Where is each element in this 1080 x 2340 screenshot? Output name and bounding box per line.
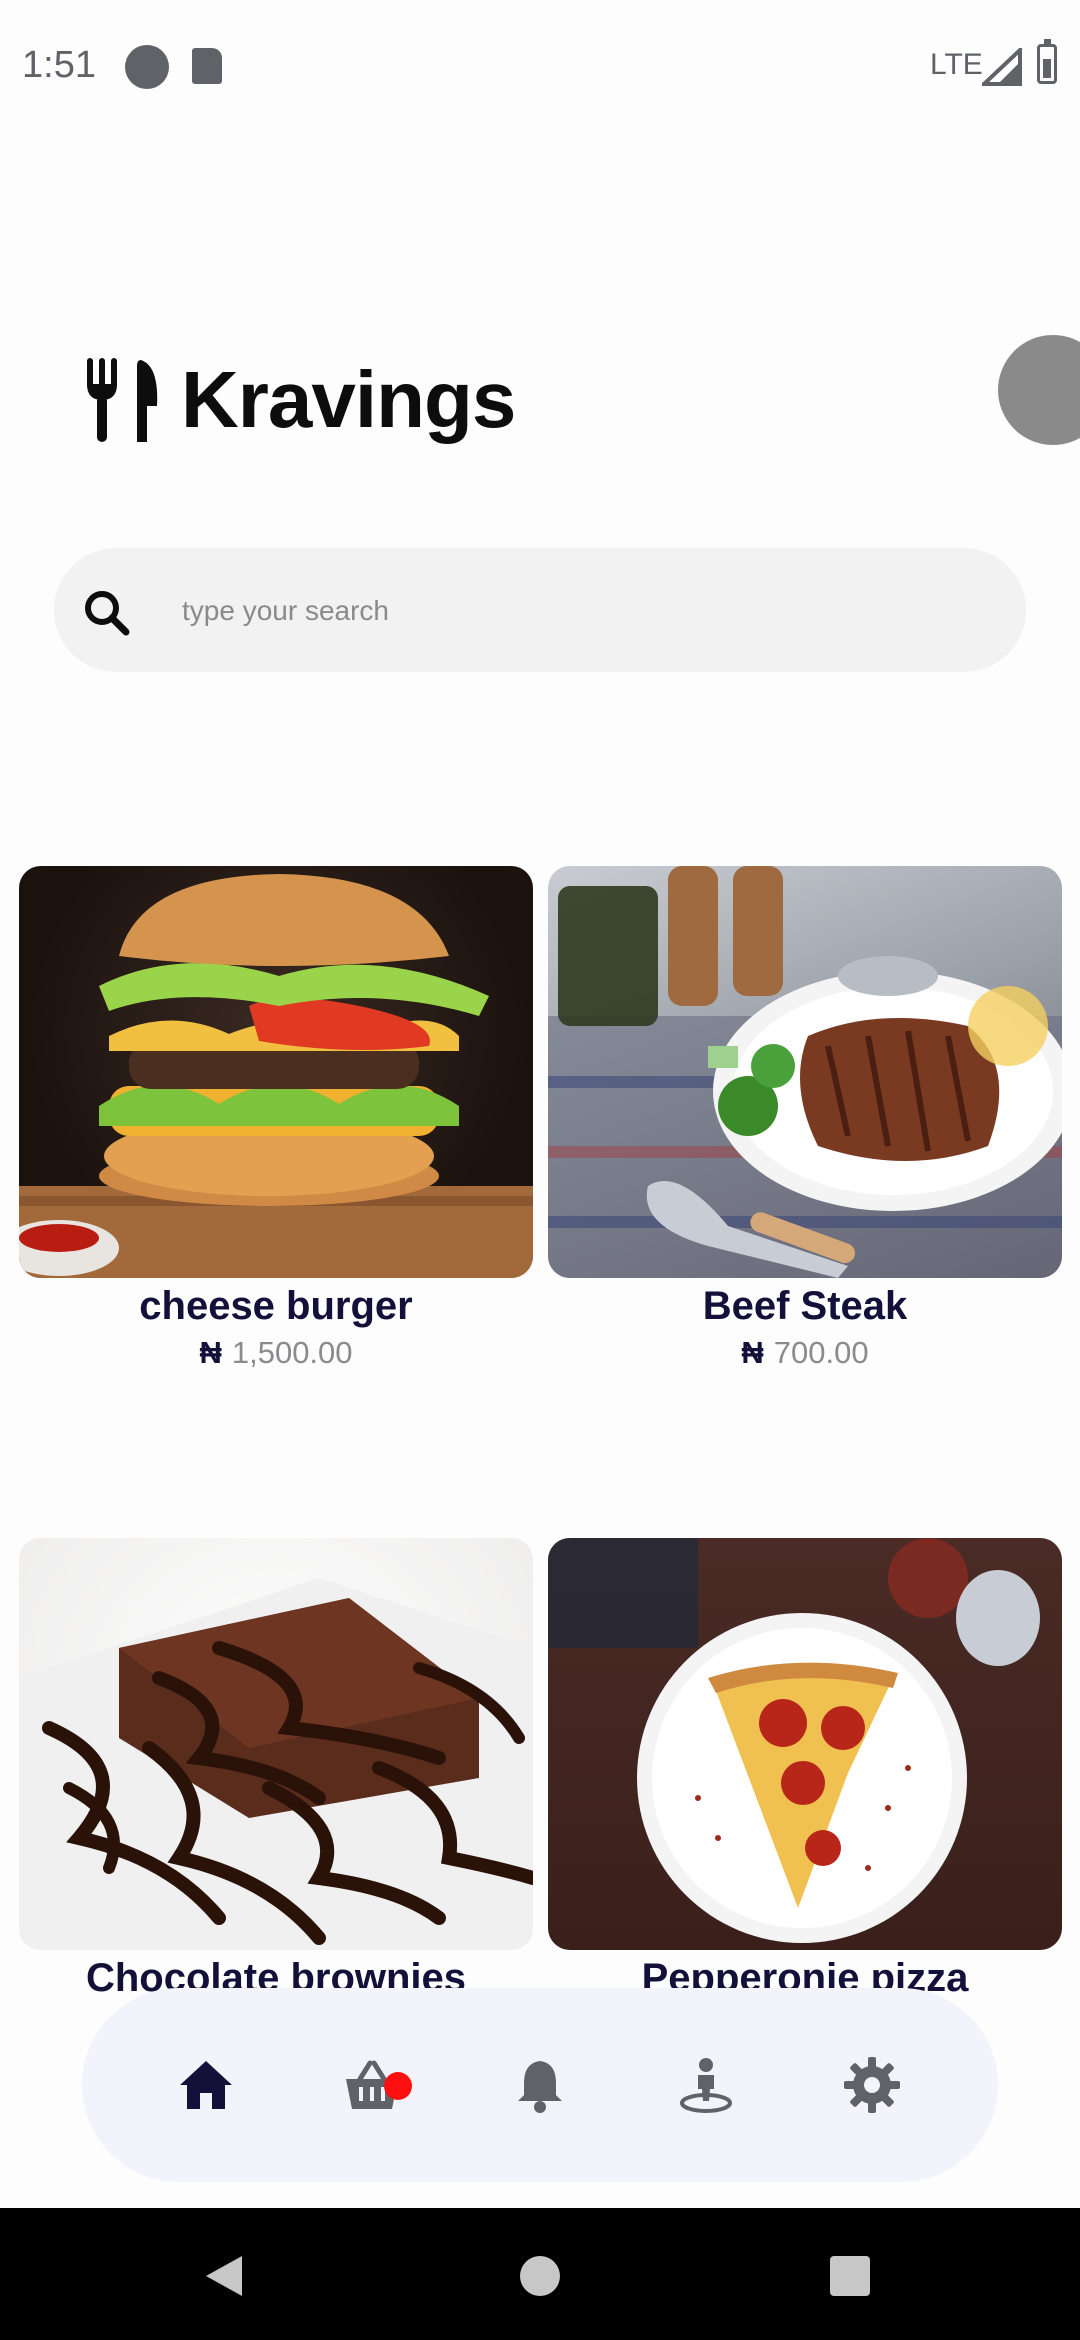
sd-card-icon xyxy=(192,48,222,84)
nav-cart[interactable] xyxy=(322,1988,422,2182)
nav-notifications[interactable] xyxy=(490,1988,590,2182)
beef-steak-photo[interactable] xyxy=(548,866,1062,1278)
bottom-navigation xyxy=(82,1988,998,2182)
product-price: ₦ 700.00 xyxy=(548,1335,1062,1371)
bell-icon xyxy=(518,2061,562,2113)
app-title: Kravings xyxy=(181,355,516,444)
search-bar[interactable] xyxy=(54,548,1026,672)
utensils-icon xyxy=(87,358,158,442)
cheese-burger-photo[interactable] xyxy=(19,866,533,1278)
map-pin-person-icon xyxy=(680,2058,732,2113)
price-value: 700.00 xyxy=(773,1335,869,1370)
product-card[interactable]: Pepperonie pizza xyxy=(548,1538,1062,2001)
system-navigation-bar xyxy=(0,2208,1080,2340)
product-card[interactable]: Beef Steak ₦ 700.00 xyxy=(548,866,1062,1371)
search-input[interactable] xyxy=(180,578,984,644)
status-time: 1:51 xyxy=(22,44,96,86)
home-button-icon[interactable] xyxy=(520,2256,560,2296)
signal-icon xyxy=(982,48,1022,86)
status-bar: 1:51 LTE xyxy=(0,0,1080,135)
gear-icon xyxy=(844,2057,900,2113)
battery-icon xyxy=(1037,39,1057,84)
chocolate-brownies-photo[interactable] xyxy=(19,1538,533,1950)
product-name: Beef Steak xyxy=(702,1284,908,1328)
home-icon xyxy=(180,2061,232,2109)
nav-home[interactable] xyxy=(156,1988,256,2182)
product-name: cheese burger xyxy=(139,1284,413,1328)
nav-settings[interactable] xyxy=(822,1988,922,2182)
currency-symbol: ₦ xyxy=(199,1335,222,1370)
app-a-icon xyxy=(125,45,169,89)
back-icon[interactable] xyxy=(204,2254,244,2298)
network-type: LTE xyxy=(930,48,983,81)
cart-badge-dot xyxy=(384,2072,412,2100)
search-icon[interactable] xyxy=(80,586,136,642)
currency-symbol: ₦ xyxy=(741,1335,764,1370)
product-card[interactable]: Chocolate brownies xyxy=(19,1538,533,2001)
nav-location[interactable] xyxy=(656,1988,756,2182)
product-price: ₦ 1,500.00 xyxy=(19,1335,533,1371)
brand-header: Kravings xyxy=(85,355,516,445)
recents-icon[interactable] xyxy=(830,2256,870,2296)
profile-avatar-button[interactable] xyxy=(998,335,1080,445)
product-card[interactable]: cheese burger ₦ 1,500.00 xyxy=(19,866,533,1371)
price-value: 1,500.00 xyxy=(231,1335,353,1370)
pepperoni-pizza-photo[interactable] xyxy=(548,1538,1062,1950)
